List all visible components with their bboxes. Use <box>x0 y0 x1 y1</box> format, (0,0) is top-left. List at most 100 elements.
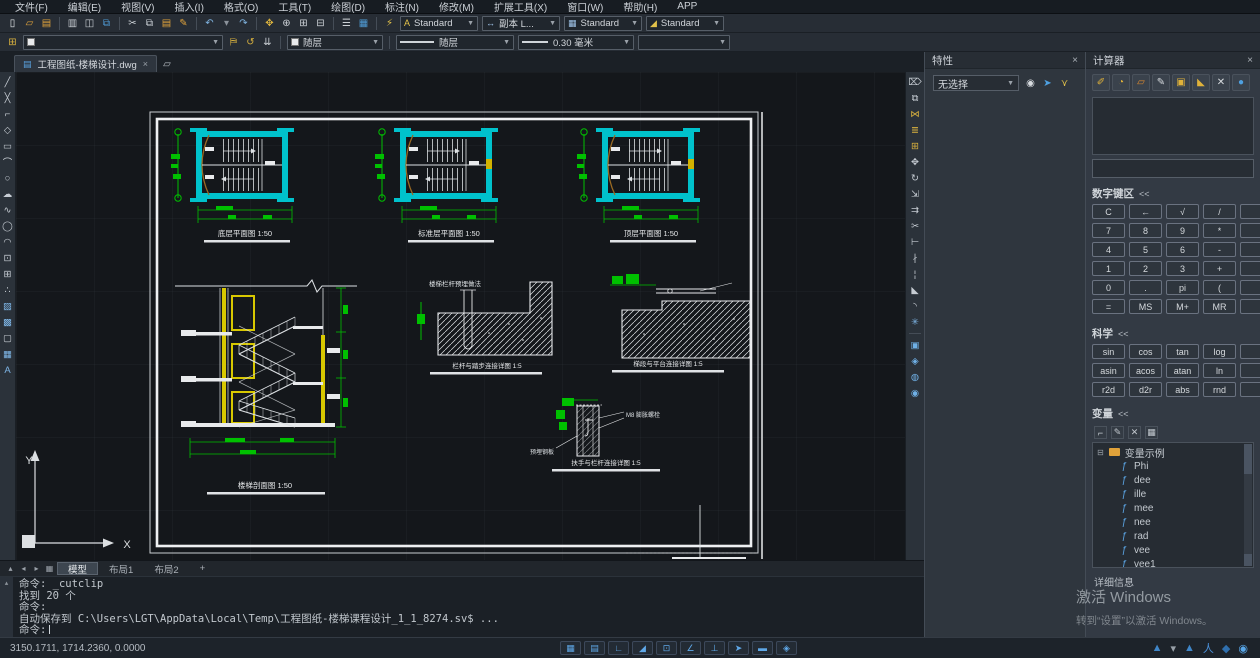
scientific-key-ln[interactable]: ln <box>1203 363 1236 378</box>
location-tray-icon[interactable]: ◉ <box>1238 642 1248 655</box>
scientific-key-sin[interactable]: sin <box>1092 344 1125 359</box>
construction-line-icon[interactable]: ╳ <box>1 90 15 106</box>
text-style-select[interactable]: AStandard▼ <box>400 16 478 31</box>
layout-list-icon[interactable]: ▦ <box>43 563 56 575</box>
save-icon[interactable]: ▤ <box>38 16 55 31</box>
variables-header[interactable]: 变量 << <box>1086 401 1260 424</box>
numpad-key-.[interactable]: . <box>1129 280 1162 295</box>
numpad-key-9[interactable]: 9 <box>1166 223 1199 238</box>
tree-expander-icon[interactable]: ⊟ <box>1097 448 1104 457</box>
stair-plan-1[interactable]: 底层平面图 1:50 <box>171 128 294 243</box>
numpad-key-clipped[interactable] <box>1240 261 1260 276</box>
ungroup-icon[interactable]: ◈ <box>908 353 922 369</box>
properties-panel-titlebar[interactable]: 特性 × <box>925 52 1085 69</box>
numpad-key-clipped[interactable] <box>1240 280 1260 295</box>
variables-scrollbar[interactable] <box>1244 444 1252 566</box>
plot-icon[interactable]: ▥ <box>64 16 81 31</box>
lineweight-select[interactable]: 0.30 毫米 ▼ <box>518 35 634 50</box>
detail-1[interactable]: 楼梯栏杆预埋做法 栏杆与踏步连接详图 1:5 <box>417 279 552 375</box>
numpad-key-0[interactable]: 0 <box>1092 280 1125 295</box>
prev-tab-icon[interactable]: ◂ <box>17 563 30 575</box>
stretch-icon[interactable]: ⇉ <box>908 202 922 218</box>
menu-item-2[interactable]: 编辑(E) <box>59 0 110 14</box>
numpad-key-←[interactable]: ← <box>1129 204 1162 219</box>
insert-block-icon[interactable]: ⊡ <box>1 250 15 266</box>
numpad-key-clipped[interactable] <box>1240 223 1260 238</box>
numpad-key-5[interactable]: 5 <box>1129 242 1162 257</box>
ellipse-icon[interactable]: ◯ <box>1 218 15 234</box>
gradient-icon[interactable]: ▩ <box>1 314 15 330</box>
menu-item-8[interactable]: 标注(N) <box>376 0 428 14</box>
scientific-key-log[interactable]: log <box>1203 344 1236 359</box>
numpad-key-6[interactable]: 6 <box>1166 242 1199 257</box>
qp-toggle[interactable]: ◈ <box>776 641 797 655</box>
menu-item-1[interactable]: 文件(F) <box>6 0 57 14</box>
intersection-of-lines-icon[interactable]: ✕ <box>1212 74 1230 91</box>
region-icon[interactable]: ▢ <box>1 330 15 346</box>
make-object-layer-current-icon[interactable]: ⛿ <box>225 35 242 50</box>
quickcalc-history[interactable] <box>1092 97 1254 155</box>
numpad-key-c[interactable]: C <box>1092 204 1125 219</box>
scientific-key-tan[interactable]: tan <box>1166 344 1199 359</box>
command-history[interactable]: 命令: _cutclip找到 20 个命令:自动保存到 C:\Users\LGT… <box>13 577 924 637</box>
variables-folder-row[interactable]: ⊟变量示例 <box>1097 445 1253 459</box>
trim-icon[interactable]: ✂ <box>908 218 922 234</box>
stair-section[interactable]: 楼梯剖面图 1:50 <box>175 280 357 495</box>
edit-polyline-icon[interactable]: ◉ <box>908 385 922 401</box>
next-tab-icon[interactable]: ▸ <box>30 563 43 575</box>
stair-plan-2[interactable]: 标准层平面图 1:50 <box>375 128 498 243</box>
otrack-toggle[interactable]: ∠ <box>680 641 701 655</box>
angle-of-line-icon[interactable]: ◣ <box>1192 74 1210 91</box>
ducs-toggle[interactable]: ⊥ <box>704 641 725 655</box>
publish-icon[interactable]: ⧉ <box>98 16 115 31</box>
lwt-toggle[interactable]: ▬ <box>752 641 773 655</box>
color-select[interactable]: 随层 ▼ <box>287 35 383 50</box>
scientific-key-abs[interactable]: abs <box>1166 382 1199 397</box>
make-block-icon[interactable]: ⊞ <box>1 266 15 282</box>
zoom-previous-icon[interactable]: ⊟ <box>312 16 329 31</box>
scale-icon[interactable]: ⇲ <box>908 186 922 202</box>
layout-tab-模型[interactable]: 模型 <box>57 562 98 575</box>
numpad-key-([interactable]: ( <box>1203 280 1236 295</box>
rectangle-icon[interactable]: ▭ <box>1 138 15 154</box>
grid-toggle[interactable]: ▤ <box>584 641 605 655</box>
delete-variable-icon[interactable]: ✕ <box>1128 426 1141 439</box>
scientific-key-atan[interactable]: atan <box>1166 363 1199 378</box>
layer-manager-icon[interactable]: ⊞ <box>4 35 21 50</box>
linetype-select[interactable]: 随层 ▼ <box>396 35 514 50</box>
edit-hatch-icon[interactable]: ◍ <box>908 369 922 385</box>
plotstyle-select[interactable]: ▼ <box>638 35 730 50</box>
pan-icon[interactable]: ✥ <box>261 16 278 31</box>
layer-states-icon[interactable]: ⇊ <box>259 35 276 50</box>
line-icon[interactable]: ╱ <box>1 74 15 90</box>
quickcalc-panel-titlebar[interactable]: 计算器 × <box>1086 52 1260 69</box>
detail-3[interactable]: M8 膨胀螺栓 预埋钢板 扶手与栏杆连接详图 1:5 <box>530 398 660 472</box>
new-file-icon[interactable]: ▯ <box>4 16 21 31</box>
more-details-link[interactable]: 详细信息 <box>1086 568 1260 589</box>
ortho-toggle[interactable]: ∟ <box>608 641 629 655</box>
variable-item[interactable]: ƒPhi <box>1097 459 1253 473</box>
menu-item-12[interactable]: 帮助(H) <box>614 0 666 14</box>
scientific-header[interactable]: 科学 << <box>1086 318 1260 344</box>
numpad-key-7[interactable]: 7 <box>1092 223 1125 238</box>
mirror-icon[interactable]: ⋈ <box>908 106 922 122</box>
mtext-icon[interactable]: A <box>1 362 15 378</box>
array-icon[interactable]: ⊞ <box>908 138 922 154</box>
paste-to-input-icon[interactable]: ▱ <box>1132 74 1150 91</box>
menu-item-9[interactable]: 修改(M) <box>430 0 483 14</box>
return-to-input-icon[interactable]: ▦ <box>1145 426 1158 439</box>
scientific-key-cos[interactable]: cos <box>1129 344 1162 359</box>
explode-icon[interactable]: ✳ <box>908 314 922 330</box>
chamfer-icon[interactable]: ◣ <box>908 282 922 298</box>
numpad-key-clipped[interactable] <box>1240 242 1260 257</box>
menu-item-7[interactable]: 绘图(D) <box>322 0 374 14</box>
numpad-key-+[interactable]: + <box>1203 261 1236 276</box>
app-tray-icon-2[interactable]: ▲ <box>1184 642 1195 654</box>
new-drawing-tab-button[interactable]: ▱ <box>157 56 177 72</box>
paste-icon[interactable]: ▤ <box>158 16 175 31</box>
layout-tab-布局1[interactable]: 布局1 <box>99 562 143 575</box>
mleader-style-select[interactable]: ◢Standard▼ <box>646 16 724 31</box>
polar-toggle[interactable]: ◢ <box>632 641 653 655</box>
table-style-select[interactable]: ▦Standard▼ <box>564 16 642 31</box>
layer-select[interactable]: ▼ <box>23 35 223 50</box>
